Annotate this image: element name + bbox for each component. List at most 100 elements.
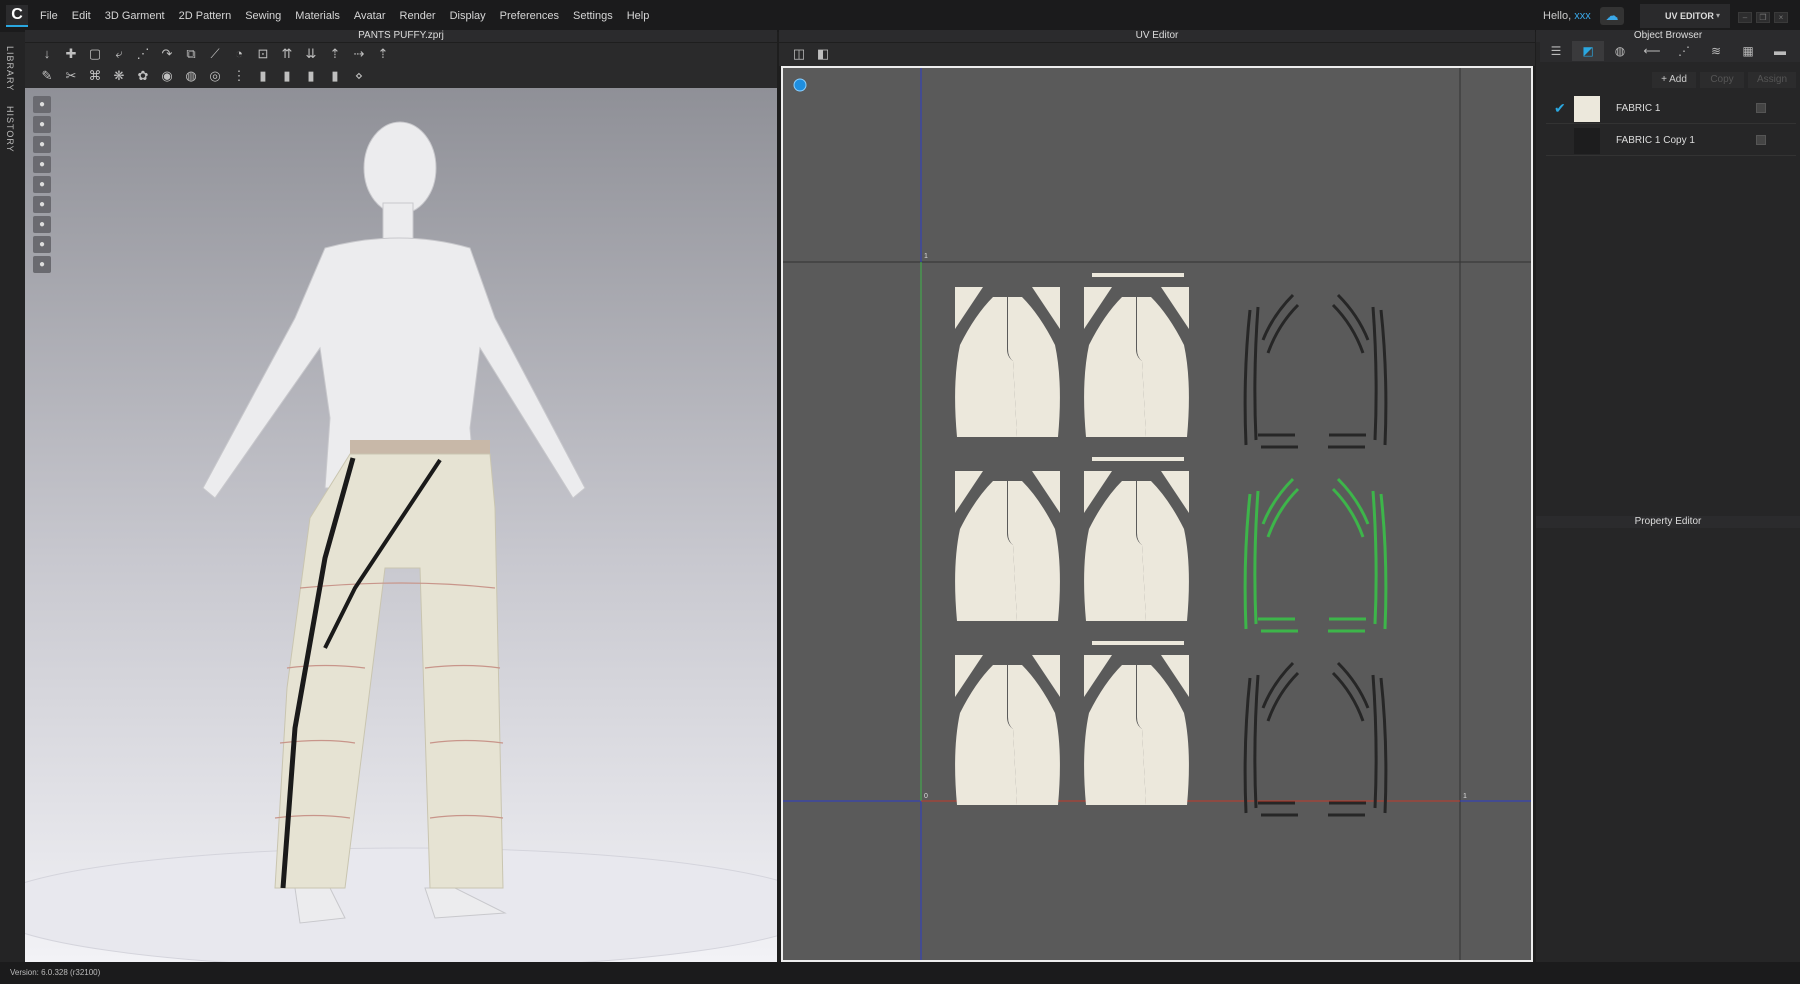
- tool-icon[interactable]: ↷: [158, 45, 176, 63]
- fabric-menu-icon[interactable]: [1756, 135, 1766, 145]
- fabric-swatch: [1574, 96, 1600, 122]
- tool-icon[interactable]: ⊡: [254, 45, 272, 63]
- side-tool-icon[interactable]: ●: [33, 96, 51, 113]
- fabric-pattern-piece[interactable]: [1084, 655, 1189, 805]
- menu-help[interactable]: Help: [627, 10, 650, 22]
- user-name[interactable]: xxx: [1574, 10, 1591, 22]
- object-browser-tab[interactable]: ☰: [1540, 41, 1572, 61]
- trim-pieces[interactable]: [1243, 661, 1388, 817]
- uv-toolbar: ◫ ◧: [779, 43, 1535, 66]
- tool-icon[interactable]: ◍: [182, 67, 200, 85]
- side-tool-icon[interactable]: ●: [33, 136, 51, 153]
- fabric-pattern-piece[interactable]: [955, 655, 1060, 805]
- side-tool-icon[interactable]: ●: [33, 116, 51, 133]
- fabric-pattern-piece[interactable]: [1084, 287, 1189, 437]
- tool-icon[interactable]: ▮: [254, 67, 272, 85]
- tool-icon[interactable]: ⇡: [326, 45, 344, 63]
- cloud-icon[interactable]: ☁: [1600, 7, 1624, 25]
- side-tool-icon[interactable]: ●: [33, 236, 51, 253]
- tool-icon[interactable]: ⋰: [134, 45, 152, 63]
- waistband-piece[interactable]: [1092, 273, 1184, 277]
- tool-icon[interactable]: ✚: [62, 45, 80, 63]
- tool-icon[interactable]: ⧉: [182, 45, 200, 63]
- waistband-piece[interactable]: [1092, 457, 1184, 461]
- object-browser-tab[interactable]: ≋: [1700, 41, 1732, 61]
- fabric-menu-icon[interactable]: [1756, 103, 1766, 113]
- object-browser-tab[interactable]: ◩: [1572, 41, 1604, 61]
- toolbar-row-1: ↓ ✚ ▢ ⤶ ⋰ ↷ ⧉ ⟋ ◔ ⊡ ⇈ ⇊ ⇡ ⇢ ⇡: [25, 43, 777, 65]
- tool-icon[interactable]: ✿: [134, 67, 152, 85]
- menu-materials[interactable]: Materials: [295, 10, 340, 22]
- object-browser-tab[interactable]: ◍: [1604, 41, 1636, 61]
- tool-icon[interactable]: ▮: [278, 67, 296, 85]
- menu-preferences[interactable]: Preferences: [500, 10, 559, 22]
- menu-2d-pattern[interactable]: 2D Pattern: [179, 10, 232, 22]
- menu-render[interactable]: Render: [400, 10, 436, 22]
- tool-icon[interactable]: ◔: [230, 45, 248, 63]
- uv-canvas[interactable]: 1 0 1: [781, 66, 1533, 962]
- tool-icon[interactable]: ⇡: [374, 45, 392, 63]
- fabric-pattern-piece[interactable]: [1084, 471, 1189, 621]
- assign-button[interactable]: Assign: [1748, 72, 1796, 88]
- avatar-scene: [0, 121, 826, 969]
- 3d-viewport[interactable]: [0, 88, 826, 969]
- object-browser-tab[interactable]: ▦: [1732, 41, 1764, 61]
- add-button[interactable]: + Add: [1652, 72, 1696, 88]
- sphere-icon[interactable]: [793, 78, 807, 92]
- tool-icon[interactable]: ❋: [110, 67, 128, 85]
- side-tool-icon[interactable]: ●: [33, 216, 51, 233]
- tool-icon[interactable]: ⋮: [230, 67, 248, 85]
- menu-settings[interactable]: Settings: [573, 10, 613, 22]
- check-icon[interactable]: ✔: [1554, 100, 1566, 117]
- side-tool-icon[interactable]: ●: [33, 176, 51, 193]
- tab-history[interactable]: HISTORY: [5, 106, 15, 153]
- tool-icon[interactable]: ⇢: [350, 45, 368, 63]
- tool-icon[interactable]: ▮: [302, 67, 320, 85]
- object-browser-tab[interactable]: ▬: [1764, 41, 1796, 61]
- tool-icon[interactable]: ⇈: [278, 45, 296, 63]
- tab-library[interactable]: LIBRARY: [5, 46, 15, 91]
- viewport-title: PANTS PUFFY.zprj: [25, 30, 777, 42]
- menu-file[interactable]: File: [40, 10, 58, 22]
- tool-icon[interactable]: ◎: [206, 67, 224, 85]
- user-greeting: Hello, xxx: [1543, 10, 1591, 22]
- camera-settings-icon[interactable]: ◧: [814, 45, 832, 63]
- menu-3d-garment[interactable]: 3D Garment: [105, 10, 165, 22]
- tool-icon[interactable]: ↓: [38, 45, 56, 63]
- menu-avatar[interactable]: Avatar: [354, 10, 386, 22]
- tool-icon[interactable]: ⤶: [110, 45, 128, 63]
- menu-sewing[interactable]: Sewing: [245, 10, 281, 22]
- tool-icon[interactable]: ⋄: [350, 67, 368, 85]
- chevron-down-icon[interactable]: ▾: [1716, 4, 1732, 28]
- minimize-button[interactable]: –: [1738, 12, 1752, 23]
- fabric-pattern-piece[interactable]: [955, 287, 1060, 437]
- tool-icon[interactable]: ▢: [86, 45, 104, 63]
- fabric-name: FABRIC 1 Copy 1: [1616, 135, 1695, 146]
- menu-edit[interactable]: Edit: [72, 10, 91, 22]
- trim-pieces[interactable]: [1243, 293, 1388, 449]
- object-browser-tab[interactable]: ⟵: [1636, 41, 1668, 61]
- fabric-row[interactable]: ✔ FABRIC 1: [1546, 94, 1796, 124]
- side-tool-icon[interactable]: ●: [33, 256, 51, 273]
- side-tool-icon[interactable]: ●: [33, 196, 51, 213]
- waistband-piece[interactable]: [1092, 641, 1184, 645]
- tool-icon[interactable]: ▮: [326, 67, 344, 85]
- copy-button[interactable]: Copy: [1700, 72, 1744, 88]
- tool-icon[interactable]: ✎: [38, 67, 56, 85]
- snapshot-icon[interactable]: ◫: [790, 45, 808, 63]
- selected-trim-pieces[interactable]: [1243, 477, 1388, 633]
- side-tool-icon[interactable]: ●: [33, 156, 51, 173]
- app-logo: C: [6, 5, 28, 27]
- tool-icon[interactable]: ⇊: [302, 45, 320, 63]
- origin-label: 0: [924, 793, 928, 800]
- tool-icon[interactable]: ⟋: [206, 45, 224, 63]
- object-browser-tab[interactable]: ⋰: [1668, 41, 1700, 61]
- tool-icon[interactable]: ⌘: [86, 67, 104, 85]
- fabric-pattern-piece[interactable]: [955, 471, 1060, 621]
- tool-icon[interactable]: ✂: [62, 67, 80, 85]
- fabric-row[interactable]: FABRIC 1 Copy 1: [1546, 126, 1796, 156]
- menu-display[interactable]: Display: [450, 10, 486, 22]
- restore-button[interactable]: ❐: [1756, 12, 1770, 23]
- tool-icon[interactable]: ◉: [158, 67, 176, 85]
- close-button[interactable]: ×: [1774, 12, 1788, 23]
